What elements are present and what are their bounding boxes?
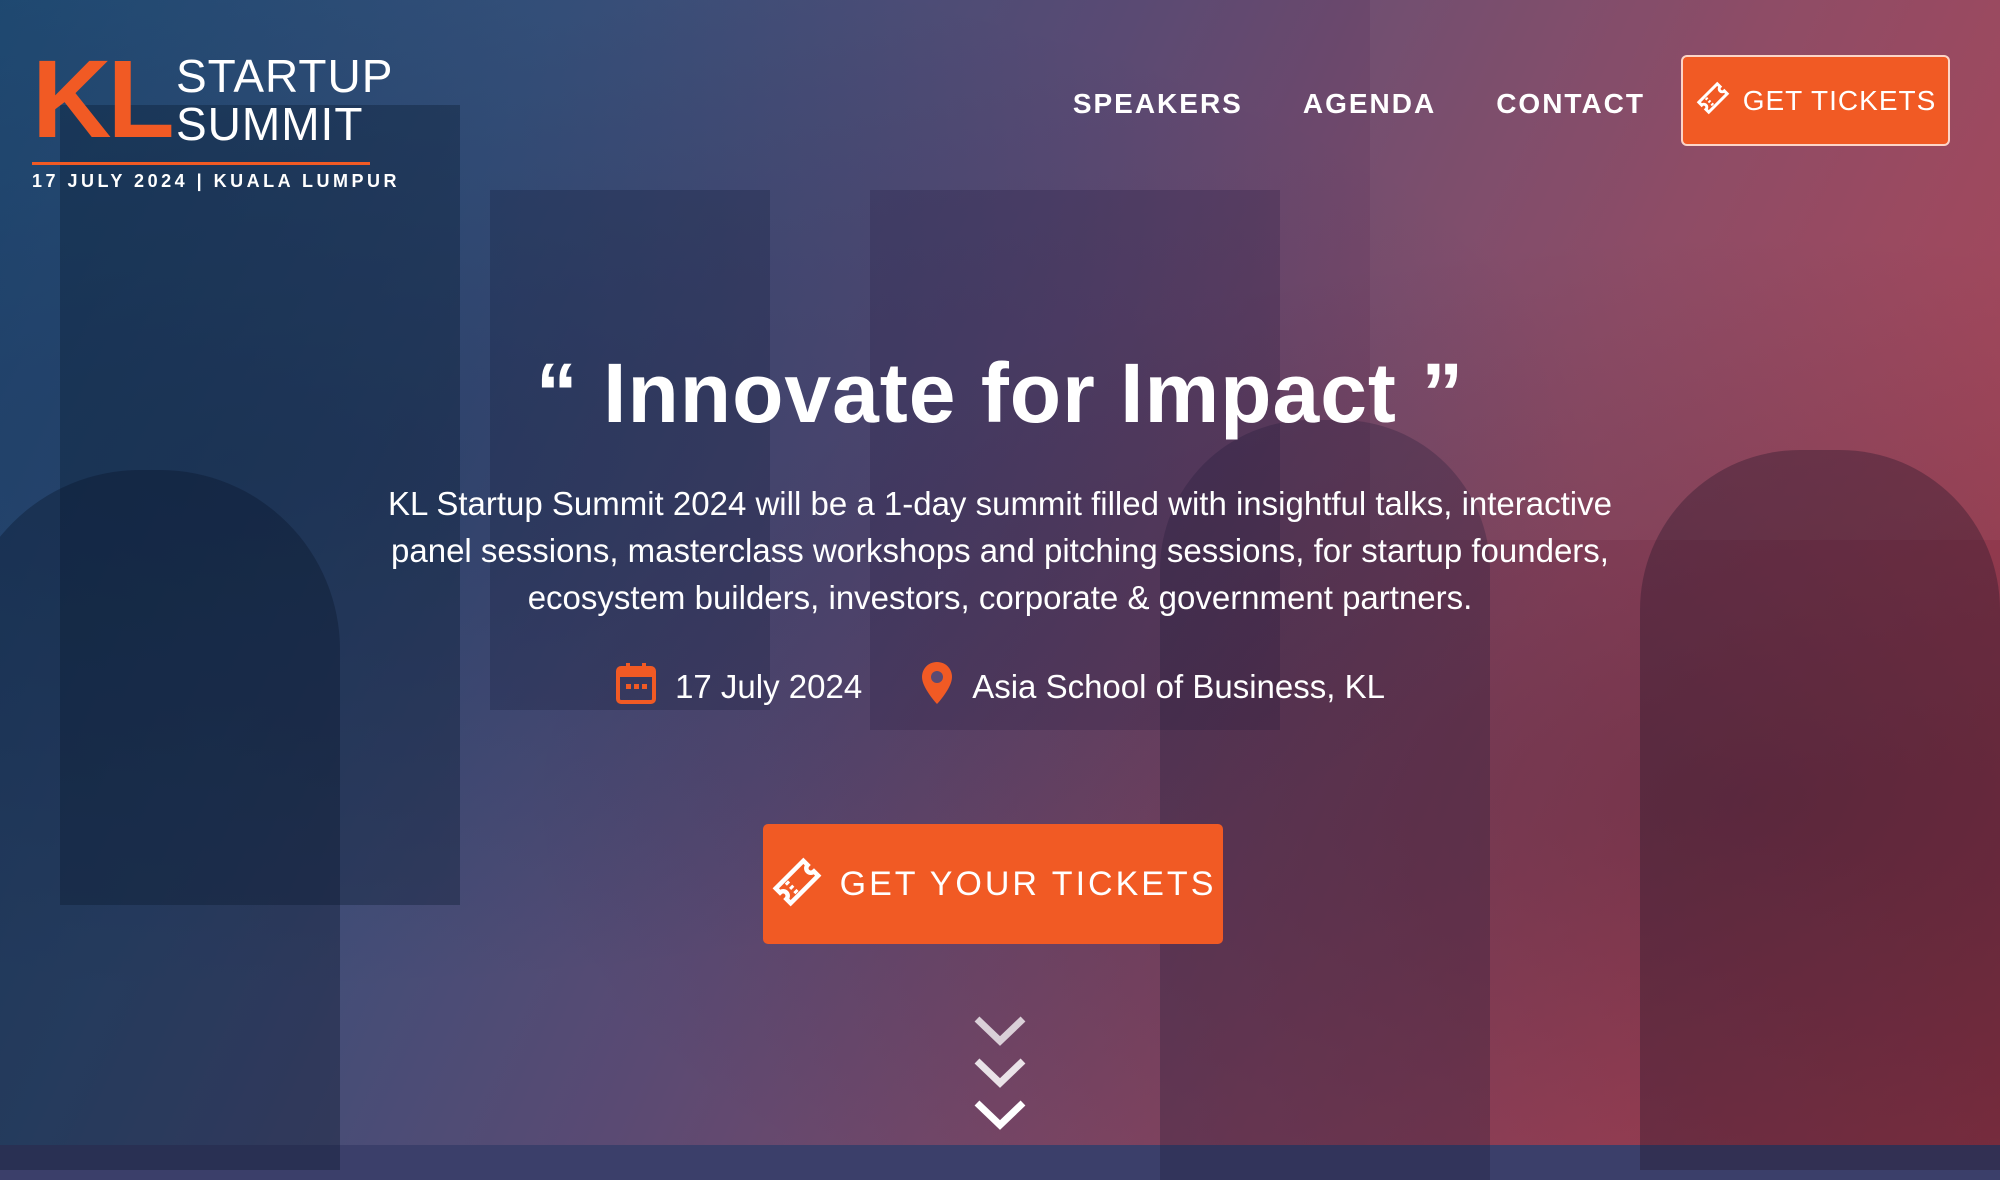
get-your-tickets-label: GET YOUR TICKETS	[839, 864, 1217, 903]
event-location: Asia School of Business, KL	[920, 660, 1385, 714]
event-meta: 17 July 2024 Asia School of Business, KL	[0, 660, 2000, 714]
chevrons-down-icon[interactable]	[973, 1015, 1027, 1138]
ticket-icon	[1695, 80, 1731, 121]
event-location-text: Asia School of Business, KL	[972, 668, 1385, 705]
logo-divider	[32, 162, 370, 165]
nav-link-speakers[interactable]: SPEAKERS	[1073, 88, 1243, 120]
map-pin-icon	[920, 660, 954, 714]
ticket-icon	[770, 855, 824, 914]
nav-link-agenda[interactable]: AGENDA	[1303, 88, 1436, 120]
logo-tagline: 17 JULY 2024 | KUALA LUMPUR	[32, 171, 400, 191]
background-person-silhouette	[0, 470, 340, 1170]
get-tickets-label: GET TICKETS	[1742, 84, 1937, 116]
logo-line-startup: STARTUP	[176, 50, 394, 102]
get-your-tickets-button[interactable]: GET YOUR TICKETS	[763, 824, 1223, 944]
event-date-text: 17 July 2024	[675, 668, 863, 705]
background-banner	[490, 190, 770, 710]
calendar-icon	[615, 661, 657, 713]
logo-line-summit: SUMMIT	[176, 98, 364, 150]
hero-description: KL Startup Summit 2024 will be a 1-day s…	[388, 485, 1612, 616]
get-tickets-button[interactable]: GET TICKETS	[1681, 55, 1950, 146]
background-person-silhouette	[1640, 450, 2000, 1170]
main-nav: SPEAKERS AGENDA CONTACT	[1073, 88, 1645, 120]
nav-link-contact[interactable]: CONTACT	[1496, 88, 1645, 120]
event-date: 17 July 2024	[615, 660, 862, 714]
logo-letters: KL	[32, 38, 175, 161]
logo-wordmark: STARTUP SUMMIT	[176, 52, 393, 148]
hero-headline: “ Innovate for Impact ”	[535, 346, 1465, 440]
